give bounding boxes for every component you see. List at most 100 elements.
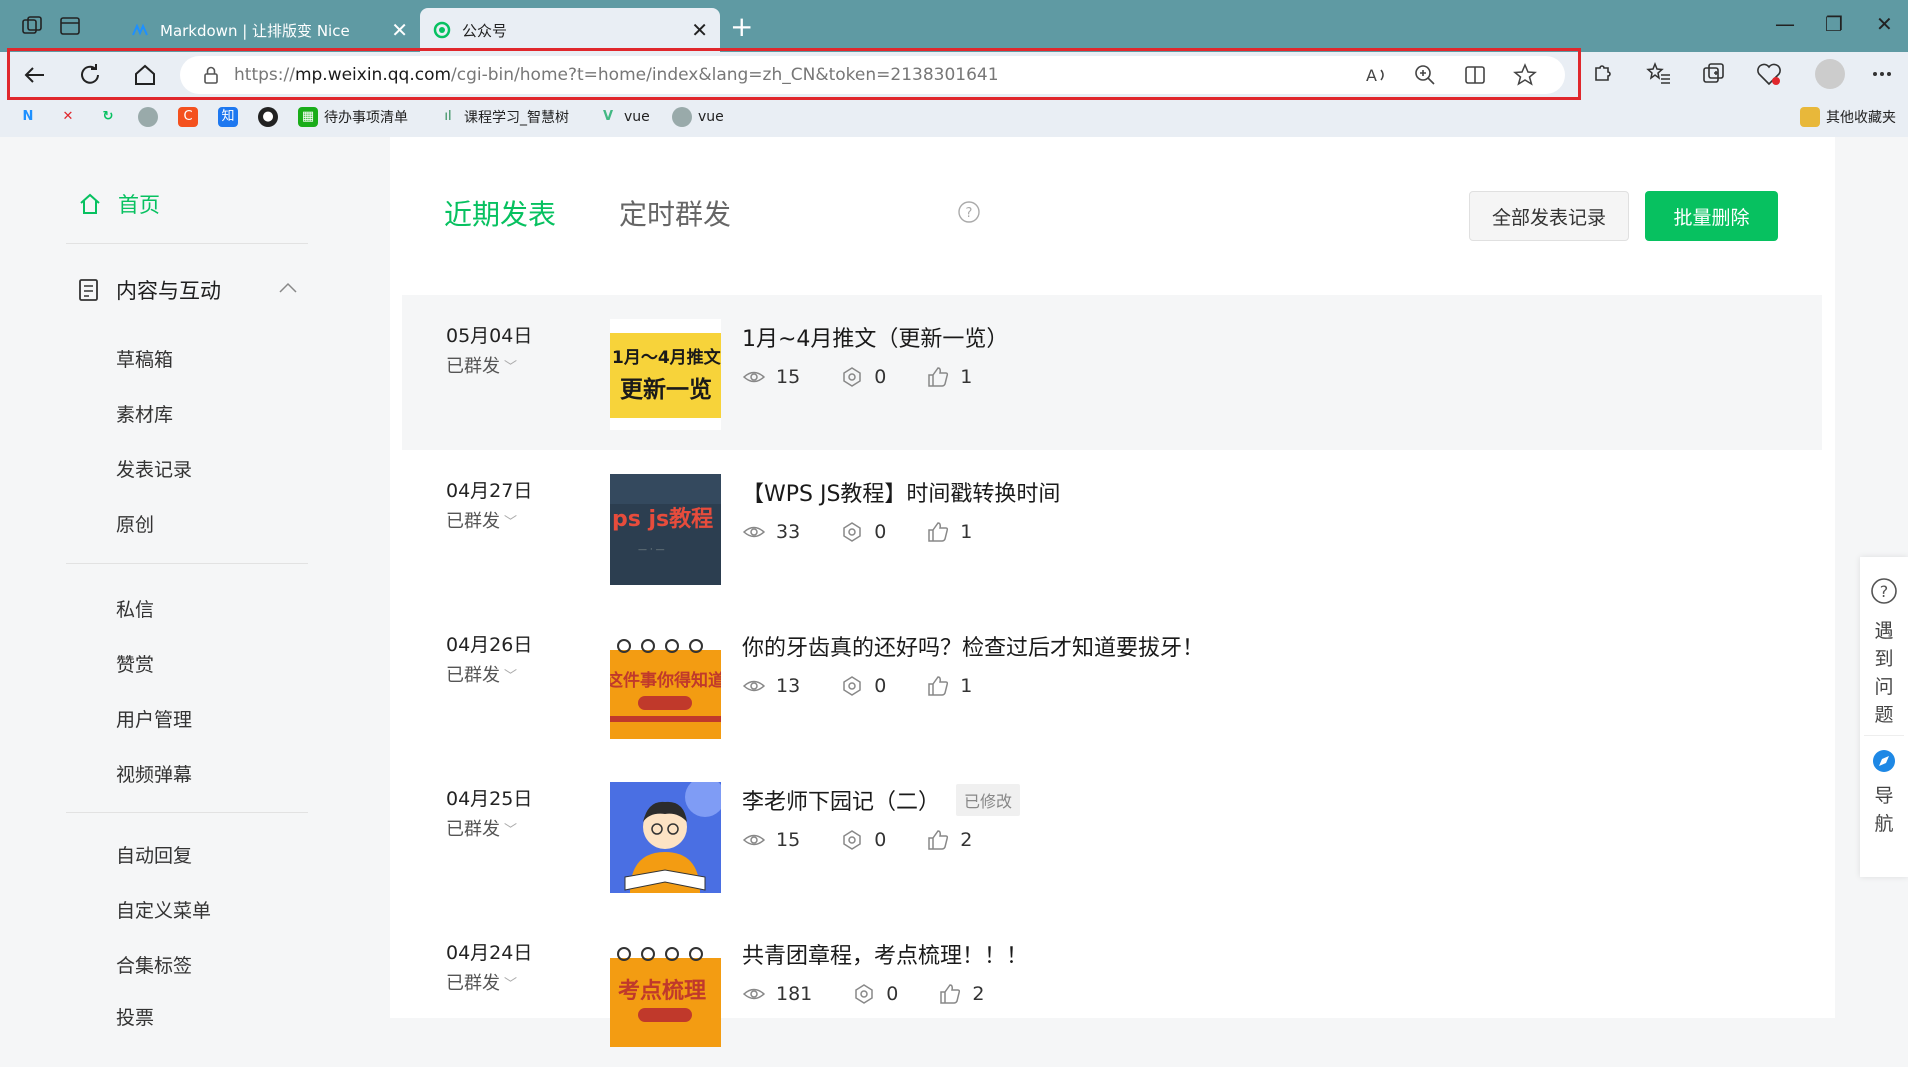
folder-icon <box>1800 107 1820 127</box>
post-row[interactable]: 04月24日 已群发 ﹀ 考点梳理 共青团章程，考点梳理！！！ 181 0 2 <box>402 912 1822 1067</box>
zhihu-icon: 知 <box>218 107 238 127</box>
post-date: 04月25日 <box>446 788 533 810</box>
bookmark-csdn[interactable]: C <box>178 107 198 127</box>
post-row[interactable]: 04月26日 已群发 ﹀ 这件事你得知道 你的牙齿真的还好吗？检查过后才知道要拔牙… <box>402 604 1822 759</box>
sidebar-item-users[interactable]: 用户管理 <box>116 705 192 732</box>
likes-stat: 1 <box>926 520 972 544</box>
post-row[interactable]: 04月27日 已群发 ﹀ ps js教程 — · — 【WPS JS教程】时间戳转换… <box>402 450 1822 605</box>
tab-wechat-official[interactable]: 公众号 ✕ <box>420 8 720 52</box>
sidebar-item-custom-menu[interactable]: 自定义菜单 <box>116 896 211 923</box>
github-icon: ● <box>258 107 278 127</box>
sidebar-item-drafts[interactable]: 草稿箱 <box>116 345 173 372</box>
profile-avatar[interactable] <box>1815 59 1845 89</box>
todo-icon: ▦ <box>298 107 318 127</box>
close-tab-icon[interactable]: ✕ <box>391 18 408 42</box>
sidebar-item-appreciation[interactable]: 赞赏 <box>116 650 154 677</box>
post-status[interactable]: 已群发 ﹀ <box>446 969 517 995</box>
bookmark-vue-2[interactable]: vue <box>672 107 724 127</box>
chevron-down-icon: ﹀ <box>504 359 518 375</box>
post-status[interactable]: 已群发 ﹀ <box>446 507 517 533</box>
share-icon <box>855 984 874 1004</box>
tab-recent[interactable]: 近期发表 <box>444 193 556 233</box>
post-stats: 15 0 2 <box>742 828 972 852</box>
bookmark-markdown-nice[interactable]: N <box>18 107 38 127</box>
post-title[interactable]: 共青团章程，考点梳理！！！ <box>742 938 1028 970</box>
bookmark-github[interactable]: ● <box>258 107 278 127</box>
browser-essentials-icon[interactable] <box>1755 60 1783 88</box>
sidebar-section-content[interactable]: 内容与互动 <box>78 275 221 305</box>
post-thumbnail[interactable]: 1月～4月推文更新一览 <box>610 319 721 430</box>
svg-text:1月～4月推文: 1月～4月推文 <box>612 347 721 368</box>
post-row[interactable]: 04月25日 已群发 ﹀ 李老师下园记（二） 已修改 15 0 2 <box>402 758 1822 913</box>
all-records-button[interactable]: 全部发表记录 <box>1469 191 1629 241</box>
avatar-icon <box>138 107 158 127</box>
post-thumbnail[interactable]: 这件事你得知道 <box>610 628 721 739</box>
chevron-down-icon: ﹀ <box>504 668 518 684</box>
bookmark-avatar[interactable] <box>138 107 158 127</box>
extensions-icon[interactable] <box>1588 60 1616 88</box>
post-thumbnail[interactable] <box>610 782 721 893</box>
sidebar-item-collection-tags[interactable]: 合集标签 <box>116 951 192 978</box>
post-thumbnail[interactable]: 考点梳理 <box>610 936 721 1047</box>
bulk-delete-button[interactable]: 批量删除 <box>1645 191 1778 241</box>
bookmark-xmind[interactable]: ✕ <box>58 107 78 127</box>
bookmark-zhihu[interactable]: 知 <box>218 107 238 127</box>
sidebar-item-original[interactable]: 原创 <box>116 510 154 537</box>
question-icon[interactable]: ? <box>1870 577 1898 605</box>
favorites-icon[interactable] <box>1645 60 1673 88</box>
browser-chrome: Markdown | 让排版变 Nice ✕ 公众号 ✕ + — ❐ ✕ htt… <box>0 0 1908 137</box>
new-tab-button[interactable]: + <box>730 10 753 43</box>
tab-scheduled[interactable]: 定时群发 <box>619 193 731 233</box>
svg-text:— · —: — · — <box>638 545 665 555</box>
post-stats: 181 0 2 <box>742 982 984 1006</box>
csdn-icon: C <box>178 107 198 127</box>
more-menu-icon[interactable] <box>1868 60 1896 88</box>
nav-label[interactable]: 导航 <box>1872 782 1896 838</box>
minimize-icon[interactable]: — <box>1775 12 1795 36</box>
bookmark-green[interactable]: ↻ <box>98 107 118 127</box>
bookmark-todo[interactable]: ▦ 待办事项清单 <box>298 107 408 127</box>
sidebar-item-video-danmaku[interactable]: 视频弹幕 <box>116 760 192 787</box>
close-window-icon[interactable]: ✕ <box>1876 12 1893 36</box>
eye-icon <box>742 834 766 846</box>
sidebar-item-vote[interactable]: 投票 <box>116 1003 154 1030</box>
workspaces-icon[interactable] <box>20 14 44 38</box>
post-row[interactable]: 05月04日 已群发 ﹀ 1月～4月推文 更新一览 1月~4月推文（更新一览） 15… <box>402 295 1822 450</box>
divider <box>66 243 308 244</box>
main-panel: 近期发表 ? 定时群发 全部发表记录 批量删除 05月04日 已群发 ﹀ 1月～4… <box>390 137 1835 1047</box>
eye-icon <box>742 680 766 692</box>
markdown-nice-icon <box>132 23 148 36</box>
eye-icon <box>742 526 766 538</box>
close-tab-icon[interactable]: ✕ <box>691 18 708 42</box>
tab-actions-icon[interactable] <box>58 14 82 38</box>
sidebar-home[interactable]: 首页 <box>78 189 160 219</box>
help-label[interactable]: 遇到问题 <box>1872 617 1896 729</box>
sidebar-item-messages[interactable]: 私信 <box>116 595 154 622</box>
svg-text:?: ? <box>1880 582 1889 601</box>
restore-icon[interactable]: ❐ <box>1825 12 1843 36</box>
other-bookmarks[interactable]: 其他收藏夹 <box>1800 107 1896 127</box>
sidebar-item-publish-records[interactable]: 发表记录 <box>116 455 192 482</box>
post-stats: 33 0 1 <box>742 520 972 544</box>
post-thumbnail[interactable]: ps js教程 — · — <box>610 474 721 585</box>
post-status[interactable]: 已群发 ﹀ <box>446 352 517 378</box>
compass-icon[interactable] <box>1872 749 1896 773</box>
post-title[interactable]: 【WPS JS教程】时间戳转换时间 <box>742 476 1060 508</box>
thumbnail-notebook: 这件事你得知道 <box>610 628 721 739</box>
tab-markdown-nice[interactable]: Markdown | 让排版变 Nice ✕ <box>118 8 420 52</box>
post-status[interactable]: 已群发 ﹀ <box>446 815 517 841</box>
post-title[interactable]: 你的牙齿真的还好吗？检查过后才知道要拔牙！ <box>742 630 1204 662</box>
post-title[interactable]: 1月~4月推文（更新一览） <box>742 321 1008 353</box>
bookmark-vue[interactable]: Vvue <box>598 107 650 127</box>
post-title[interactable]: 李老师下园记（二） 已修改 <box>742 784 1021 816</box>
bookmark-zhihuishu[interactable]: ıl 课程学习_智慧树 <box>438 107 569 127</box>
sidebar-item-auto-reply[interactable]: 自动回复 <box>116 841 192 868</box>
post-date: 04月27日 <box>446 480 533 502</box>
post-status[interactable]: 已群发 ﹀ <box>446 661 517 687</box>
shares-stat: 0 <box>840 674 886 698</box>
sidebar-item-materials[interactable]: 素材库 <box>116 400 173 427</box>
help-icon[interactable]: ? <box>957 200 981 224</box>
chevron-up-icon[interactable] <box>278 281 298 295</box>
svg-text:更新一览: 更新一览 <box>620 376 712 403</box>
collections-icon[interactable] <box>1700 60 1728 88</box>
